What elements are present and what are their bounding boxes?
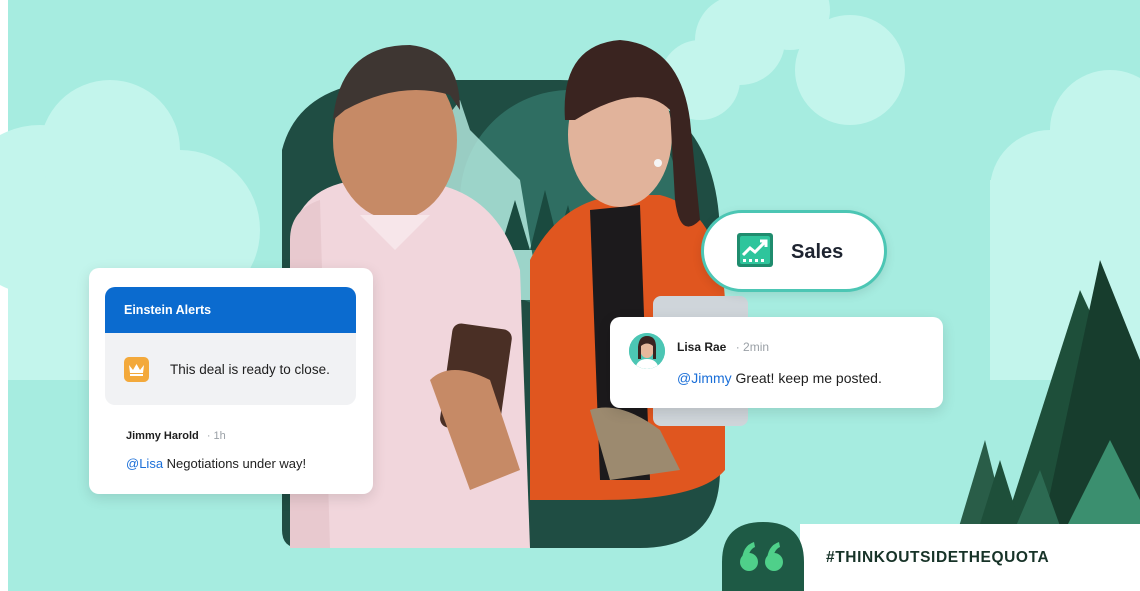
comment-header: Lisa Rae · 2min xyxy=(677,340,769,354)
alert-message: This deal is ready to close. xyxy=(170,362,330,377)
comment-separator: · xyxy=(735,340,740,354)
sales-label: Sales xyxy=(791,241,844,263)
sales-badge: Sales xyxy=(701,210,887,292)
einstein-alert-card: Einstein Alerts This deal is ready to cl… xyxy=(89,268,373,494)
quote-icon xyxy=(722,522,804,591)
einstein-alerts-header: Einstein Alerts xyxy=(105,287,356,333)
chatter-comment-card: Lisa Rae · 2min @Jimmy Great! keep me po… xyxy=(610,317,943,408)
mention-link[interactable]: @Jimmy xyxy=(677,370,732,386)
hero-banner: Einstein Alerts This deal is ready to cl… xyxy=(0,0,1140,591)
comment-header: Jimmy Harold · 1h xyxy=(126,430,226,442)
alert-body: This deal is ready to close. xyxy=(105,333,356,405)
mention-link[interactable]: @Lisa xyxy=(126,456,163,471)
comment-separator: · xyxy=(206,430,211,442)
comment-author-name: Lisa Rae xyxy=(677,340,727,354)
crown-icon xyxy=(124,357,149,382)
avatar xyxy=(629,333,665,369)
comment-body: @Jimmy Great! keep me posted. xyxy=(677,370,882,386)
comment-body: @Lisa Negotiations under way! xyxy=(126,456,306,471)
trend-chart-icon xyxy=(737,233,773,267)
comment-author-name: Jimmy Harold xyxy=(126,430,199,442)
comment-text: Great! keep me posted. xyxy=(731,370,882,386)
cloud-top-right xyxy=(660,0,905,125)
comment-text: Negotiations under way! xyxy=(163,456,307,471)
hashtag-text: #THINKOUTSIDETHEQUOTA xyxy=(826,549,1050,566)
einstein-alerts-title: Einstein Alerts xyxy=(124,303,212,317)
comment-time: 1h xyxy=(213,430,226,442)
comment-time: 2min xyxy=(743,340,770,354)
